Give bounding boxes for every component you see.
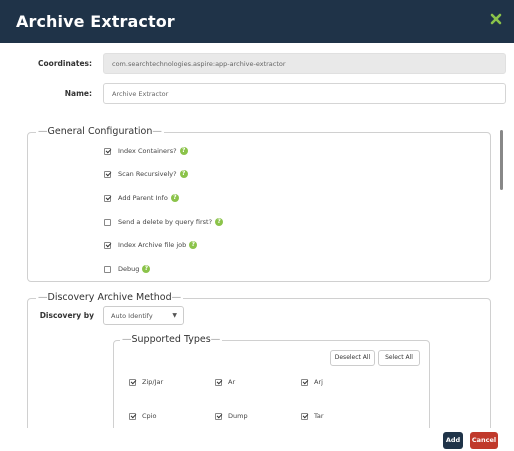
help-icon[interactable]: ? (179, 170, 188, 178)
add-button[interactable]: Add (443, 432, 463, 449)
type-dump-label: Dump (228, 412, 248, 420)
type-cpio[interactable]: Cpio (129, 410, 156, 422)
type-zip-jar[interactable]: Zip/Jar (129, 376, 163, 388)
add-parent-info-label: Add Parent Info (118, 194, 168, 202)
supported-types-legend: —Supported Types— (120, 334, 223, 345)
type-ar-label: Ar (228, 378, 236, 386)
help-icon[interactable]: ? (170, 194, 179, 202)
scrollbar-thumb[interactable] (500, 130, 503, 190)
help-icon[interactable]: ? (189, 241, 198, 249)
index-containers-label: Index Containers? (118, 147, 177, 155)
type-arj[interactable]: Arj (301, 376, 323, 388)
scan-recursively-checkbox[interactable] (104, 170, 111, 178)
type-zip-jar-checkbox[interactable] (129, 378, 136, 386)
select-all-button[interactable]: Select All (378, 350, 420, 366)
cancel-button[interactable]: Cancel (470, 432, 498, 449)
help-icon[interactable]: ? (142, 265, 151, 273)
type-cpio-checkbox[interactable] (129, 412, 136, 420)
name-label: Name: (64, 89, 92, 98)
discovery-by-select[interactable]: Auto Identify ▼ (103, 306, 184, 325)
add-parent-info-option[interactable]: Add Parent Info ? (104, 192, 179, 204)
coordinates-field: com.searchtechnologies.aspire:app-archiv… (103, 53, 506, 74)
delete-by-query-checkbox[interactable] (104, 218, 111, 226)
dialog-titlebar: Archive Extractor (0, 0, 514, 43)
type-ar-checkbox[interactable] (215, 378, 222, 386)
debug-label: Debug (118, 265, 140, 273)
type-tar-label: Tar (314, 412, 324, 420)
name-value: Archive Extractor (112, 90, 169, 98)
delete-by-query-option[interactable]: Send a delete by query first? ? (104, 216, 224, 228)
debug-checkbox[interactable] (104, 265, 111, 273)
deselect-all-button[interactable]: Deselect All (330, 350, 375, 366)
type-dump[interactable]: Dump (215, 410, 248, 422)
general-configuration-panel: —General Configuration— (27, 126, 491, 282)
coordinates-value: com.searchtechnologies.aspire:app-archiv… (112, 60, 286, 68)
type-dump-checkbox[interactable] (215, 412, 222, 420)
type-ar[interactable]: Ar (215, 376, 235, 388)
type-arj-label: Arj (314, 378, 323, 386)
delete-by-query-label: Send a delete by query first? (118, 218, 213, 226)
discovery-by-value: Auto Identify (111, 312, 153, 320)
dialog-title: Archive Extractor (16, 12, 175, 31)
dialog-body[interactable]: —General Configuration— Index Containers… (0, 122, 514, 428)
index-archive-file-job-checkbox[interactable] (104, 241, 111, 249)
index-archive-file-job-option[interactable]: Index Archive file job ? (104, 239, 198, 251)
help-icon[interactable]: ? (179, 147, 188, 155)
scan-recursively-option[interactable]: Scan Recursively? ? (104, 168, 188, 180)
scan-recursively-label: Scan Recursively? (118, 170, 177, 178)
index-containers-checkbox[interactable] (104, 147, 111, 155)
discovery-archive-method-legend: —Discovery Archive Method— (36, 292, 184, 303)
index-containers-option[interactable]: Index Containers? ? (104, 145, 188, 157)
type-cpio-label: Cpio (142, 412, 157, 420)
type-zip-jar-label: Zip/Jar (142, 378, 164, 386)
type-arj-checkbox[interactable] (301, 378, 308, 386)
coordinates-label: Coordinates: (38, 59, 92, 68)
type-tar-checkbox[interactable] (301, 412, 308, 420)
discovery-by-label: Discovery by (39, 311, 94, 320)
index-archive-file-job-label: Index Archive file job (118, 241, 187, 249)
type-tar[interactable]: Tar (301, 410, 324, 422)
name-field[interactable]: Archive Extractor (103, 83, 506, 104)
add-parent-info-checkbox[interactable] (104, 194, 111, 202)
help-icon[interactable]: ? (215, 218, 224, 226)
general-configuration-legend: —General Configuration— (36, 126, 164, 137)
close-icon[interactable] (489, 12, 503, 26)
chevron-down-icon: ▼ (172, 312, 177, 319)
debug-option[interactable]: Debug ? (104, 263, 151, 275)
